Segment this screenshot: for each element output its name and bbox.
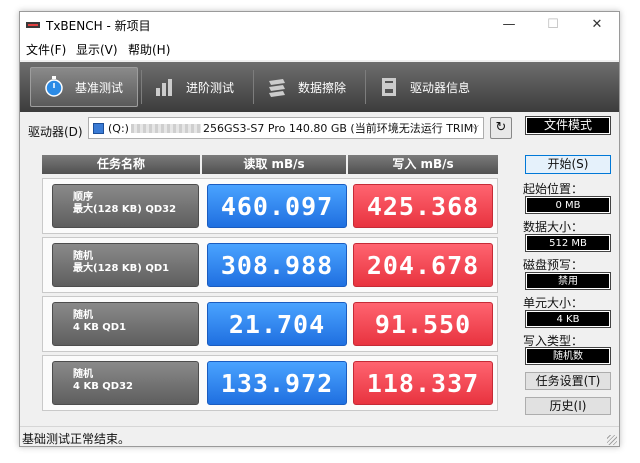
result-row: 随机 4 KB QD1 21.704 91.550 bbox=[42, 296, 498, 352]
tab-benchmark-label: 基准测试 bbox=[75, 80, 124, 95]
drive-select[interactable]: (Q:) 256GS3-S7 Pro 140.80 GB (当前环境无法运行 T… bbox=[88, 117, 484, 139]
chevron-down-icon[interactable]: ⌵ bbox=[471, 121, 479, 132]
task-type: 顺序 bbox=[73, 192, 93, 203]
task-type: 随机 bbox=[73, 369, 93, 380]
close-button[interactable]: ✕ bbox=[575, 12, 619, 38]
unit-size-label: 单元大小： bbox=[523, 296, 584, 310]
title-bar: TxBENCH - 新项目 — ☐ ✕ bbox=[20, 12, 619, 38]
app-logo-icon bbox=[26, 22, 40, 28]
task-type: 随机 bbox=[73, 310, 93, 321]
tab-erase-label: 数据擦除 bbox=[298, 80, 347, 95]
write-type-label: 写入类型： bbox=[523, 334, 584, 348]
minimize-button[interactable]: — bbox=[487, 12, 531, 38]
tab-drive-info[interactable]: 驱动器信息 bbox=[366, 67, 484, 107]
stopwatch-icon bbox=[43, 76, 65, 98]
drive-icon bbox=[93, 122, 104, 134]
drive-label: 驱动器(D) bbox=[28, 125, 83, 139]
file-mode-badge[interactable]: 文件模式 bbox=[525, 116, 611, 135]
write-value: 118.337 bbox=[353, 361, 493, 405]
result-row: 随机 4 KB QD32 133.972 118.337 bbox=[42, 355, 498, 411]
header-read: 读取 mB/s bbox=[202, 155, 346, 174]
tab-advanced-label: 进阶测试 bbox=[186, 80, 235, 95]
status-text: 基础测试正常结束。 bbox=[22, 432, 131, 446]
start-position-value[interactable]: 0 MB bbox=[525, 196, 611, 214]
history-button[interactable]: 历史(I) bbox=[525, 397, 611, 415]
tab-erase[interactable]: 数据擦除 bbox=[254, 67, 362, 107]
maximize-button[interactable]: ☐ bbox=[531, 12, 575, 38]
data-size-value[interactable]: 512 MB bbox=[525, 234, 611, 252]
precondition-value[interactable]: 禁用 bbox=[525, 272, 611, 290]
task-params: 4 KB QD1 bbox=[73, 322, 127, 333]
task-params: 最大(128 KB) QD1 bbox=[73, 263, 170, 274]
drive-info-icon bbox=[378, 76, 400, 98]
write-value: 91.550 bbox=[353, 302, 493, 346]
refresh-icon: ↻ bbox=[495, 120, 507, 135]
drive-description: 256GS3-S7 Pro 140.80 GB (当前环境无法运行 TRIM) bbox=[202, 122, 478, 135]
write-value: 204.678 bbox=[353, 243, 493, 287]
result-row: 随机 最大(128 KB) QD1 308.988 204.678 bbox=[42, 237, 498, 293]
header-task-name: 任务名称 bbox=[42, 155, 200, 174]
write-value: 425.368 bbox=[353, 184, 493, 228]
bar-chart-icon bbox=[154, 76, 176, 98]
resize-grip-icon[interactable] bbox=[607, 435, 617, 445]
menu-bar: 文件(F) 显示(V) 帮助(H) bbox=[20, 38, 619, 60]
unit-size-value[interactable]: 4 KB bbox=[525, 310, 611, 328]
task-params: 4 KB QD32 bbox=[73, 381, 134, 392]
read-value: 133.972 bbox=[207, 361, 347, 405]
tab-advanced[interactable]: 进阶测试 bbox=[142, 67, 250, 107]
read-value: 308.988 bbox=[207, 243, 347, 287]
window-title: TxBENCH - 新项目 bbox=[46, 19, 151, 33]
refresh-button[interactable]: ↻ bbox=[490, 117, 512, 139]
status-bar: 基础测试正常结束。 bbox=[20, 426, 619, 446]
read-value: 460.097 bbox=[207, 184, 347, 228]
header-write: 写入 mB/s bbox=[348, 155, 498, 174]
tab-benchmark[interactable]: 基准测试 bbox=[30, 67, 138, 107]
task-settings-button[interactable]: 任务设置(T) bbox=[525, 372, 611, 390]
task-rnd-128k-qd1-button[interactable]: 随机 最大(128 KB) QD1 bbox=[52, 243, 199, 287]
start-position-label: 起始位置： bbox=[523, 182, 584, 196]
read-value: 21.704 bbox=[207, 302, 347, 346]
task-type: 随机 bbox=[73, 251, 93, 262]
app-window: TxBENCH - 新项目 — ☐ ✕ 文件(F) 显示(V) 帮助(H) 基准… bbox=[19, 11, 620, 447]
drive-letter: (Q:) bbox=[108, 121, 129, 135]
task-rnd-4k-qd1-button[interactable]: 随机 4 KB QD1 bbox=[52, 302, 199, 346]
tab-drive-info-label: 驱动器信息 bbox=[410, 80, 471, 95]
result-row: 顺序 最大(128 KB) QD32 460.097 425.368 bbox=[42, 178, 498, 234]
menu-help[interactable]: 帮助(H) bbox=[128, 41, 170, 58]
data-size-label: 数据大小： bbox=[523, 220, 584, 234]
task-seq-qd32-button[interactable]: 顺序 最大(128 KB) QD32 bbox=[52, 184, 199, 228]
task-rnd-4k-qd32-button[interactable]: 随机 4 KB QD32 bbox=[52, 361, 199, 405]
start-button[interactable]: 开始(S) bbox=[525, 155, 611, 174]
menu-view[interactable]: 显示(V) bbox=[76, 41, 118, 58]
precondition-label: 磁盘预写： bbox=[523, 258, 584, 272]
toolbar: 基准测试 进阶测试 数据擦除 驱动器信息 bbox=[20, 62, 619, 112]
redacted-model bbox=[130, 123, 201, 133]
task-params: 最大(128 KB) QD32 bbox=[73, 204, 177, 215]
write-type-value[interactable]: 随机数 bbox=[525, 347, 611, 365]
menu-file[interactable]: 文件(F) bbox=[26, 41, 66, 58]
erase-icon bbox=[266, 76, 288, 98]
